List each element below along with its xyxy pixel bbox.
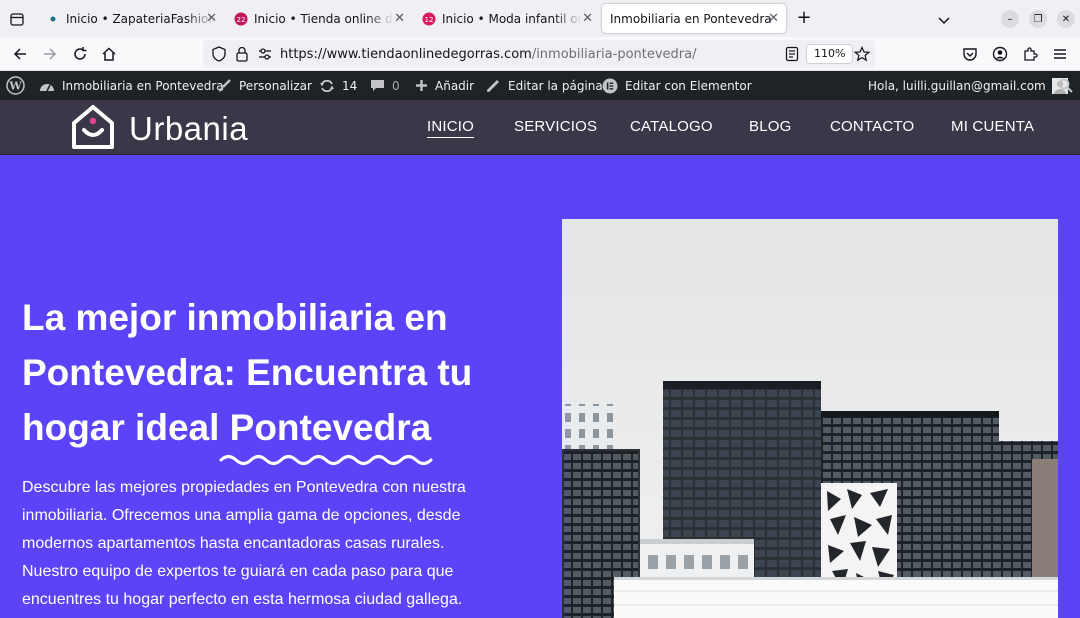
close-tab-icon[interactable]: ✕ [394,11,405,26]
url-path: /inmobiliaria-pontevedra/ [531,47,697,62]
new-tab-button[interactable]: + [795,9,813,27]
forward-arrow-icon[interactable] [41,45,59,63]
page-dot-icon [46,12,60,26]
wordpress-logo-icon[interactable]: W [6,71,25,100]
pocket-icon[interactable] [961,45,979,63]
hero-title: La mejor inmobiliaria en Pontevedra: Enc… [22,290,522,455]
edit-page-link[interactable]: Editar la página [486,71,603,100]
svg-text:W: W [8,80,22,93]
customize-link[interactable]: Personalizar [217,71,312,100]
site-name-label: Inmobiliaria en Pontevedra [62,78,224,93]
edit-elementor-label: Editar con Elementor [625,78,752,93]
tab-zapateria[interactable]: Inicio • ZapateriaFashion ✕ [38,4,224,33]
logo-text: Urbania [129,110,249,147]
bookmark-star-icon[interactable] [853,45,871,63]
hero-title-highlight: Pontevedra [229,407,432,448]
svg-text:22: 22 [237,16,246,24]
plus-icon [415,79,428,92]
house-logo-icon [71,104,115,154]
nav-catalogo[interactable]: CATALOGO [630,118,713,135]
nav-blog[interactable]: BLOG [749,118,791,135]
edit-page-label: Editar la página [508,78,603,93]
hero-description: Descubre las mejores propiedades en Pont… [22,479,466,608]
url-bar[interactable]: https://www.tiendaonlinedegorras.com/inm… [203,40,875,68]
chevron-down-icon[interactable] [937,11,951,30]
hero-building-image [562,219,1058,618]
updates-refresh-icon [319,78,335,94]
comments-link[interactable]: 0 [370,71,400,100]
tab-title: Inicio • Moda infantil onli [442,11,582,26]
paintbrush-icon [217,78,232,93]
reader-view-icon[interactable] [783,45,801,63]
site-name-link[interactable]: Inmobiliaria en Pontevedra [39,71,224,100]
updates-count: 14 [342,78,358,93]
nav-mi-cuenta[interactable]: MI CUENTA [951,118,1034,135]
minimize-icon[interactable]: – [1001,10,1019,28]
site-logo[interactable]: Urbania [71,104,248,154]
tab-title: Inicio • ZapateriaFashion [66,11,216,26]
nav-inicio[interactable]: INICIO [427,118,475,138]
navigation-toolbar: https://www.tiendaonlinedegorras.com/inm… [0,37,1080,71]
url-host: https://www.tiendaonlinedegorras.com [280,47,532,62]
url-text[interactable]: https://www.tiendaonlinedegorras.com/inm… [280,47,697,62]
back-arrow-icon[interactable] [11,45,29,63]
account-icon[interactable] [991,45,1009,63]
comment-bubble-icon [370,79,385,93]
customize-label: Personalizar [239,78,312,93]
browser-tab-bar: Inicio • ZapateriaFashion ✕ 22 Inicio • … [0,0,1080,37]
tab-moda-infantil[interactable]: 12 Inicio • Moda infantil onli ✕ [414,4,600,33]
tab-overview-icon[interactable] [6,8,28,30]
close-tab-icon[interactable]: ✕ [582,11,593,26]
close-window-icon[interactable]: ✕ [1057,10,1075,28]
wavy-underline-decoration [219,455,433,465]
close-tab-icon[interactable]: ✕ [206,11,217,26]
search-icon[interactable] [1058,71,1073,100]
tab-title: Inicio • Tienda online de g [254,11,394,26]
comments-count: 0 [392,78,400,93]
greeting-label: Hola, luilli.guillan@gmail.com [868,78,1046,93]
tab-tienda-gorras[interactable]: 22 Inicio • Tienda online de g ✕ [226,4,412,33]
svg-text:12: 12 [425,16,434,24]
site-header: Urbania INICIO SERVICIOS CATALOGO BLOG C… [0,100,1080,155]
dashboard-gauge-icon [39,79,55,93]
elementor-icon [602,78,618,94]
updates-link[interactable]: 14 [319,71,357,100]
tab-title: Inmobiliaria en Pontevedra [610,11,772,26]
lock-icon[interactable] [233,45,251,63]
shield-icon[interactable] [210,45,228,63]
tab-inmobiliaria[interactable]: Inmobiliaria en Pontevedra ✕ [602,4,786,33]
site-logo-icon: 12 [422,12,436,26]
permissions-icon[interactable] [256,45,274,63]
extensions-icon[interactable] [1021,45,1039,63]
edit-elementor-link[interactable]: Editar con Elementor [602,71,752,100]
hero-section: La mejor inmobiliaria en Pontevedra: Enc… [0,155,1080,618]
zoom-level-badge[interactable]: 110% [806,44,854,64]
pencil-icon [486,78,501,93]
site-logo-icon: 22 [234,12,248,26]
wp-admin-bar: W Inmobiliaria en Pontevedra Personaliza… [0,71,1080,100]
nav-contacto[interactable]: CONTACTO [830,118,914,135]
home-icon[interactable] [100,45,118,63]
maximize-icon[interactable]: ❐ [1029,10,1047,28]
add-new-link[interactable]: Añadir [415,71,474,100]
my-account-link[interactable]: Hola, luilli.guillan@gmail.com [868,71,1068,100]
add-new-label: Añadir [435,78,475,93]
reload-icon[interactable] [71,45,89,63]
close-tab-icon[interactable]: ✕ [768,11,779,26]
hamburger-menu-icon[interactable] [1051,45,1069,63]
nav-servicios[interactable]: SERVICIOS [514,118,597,135]
